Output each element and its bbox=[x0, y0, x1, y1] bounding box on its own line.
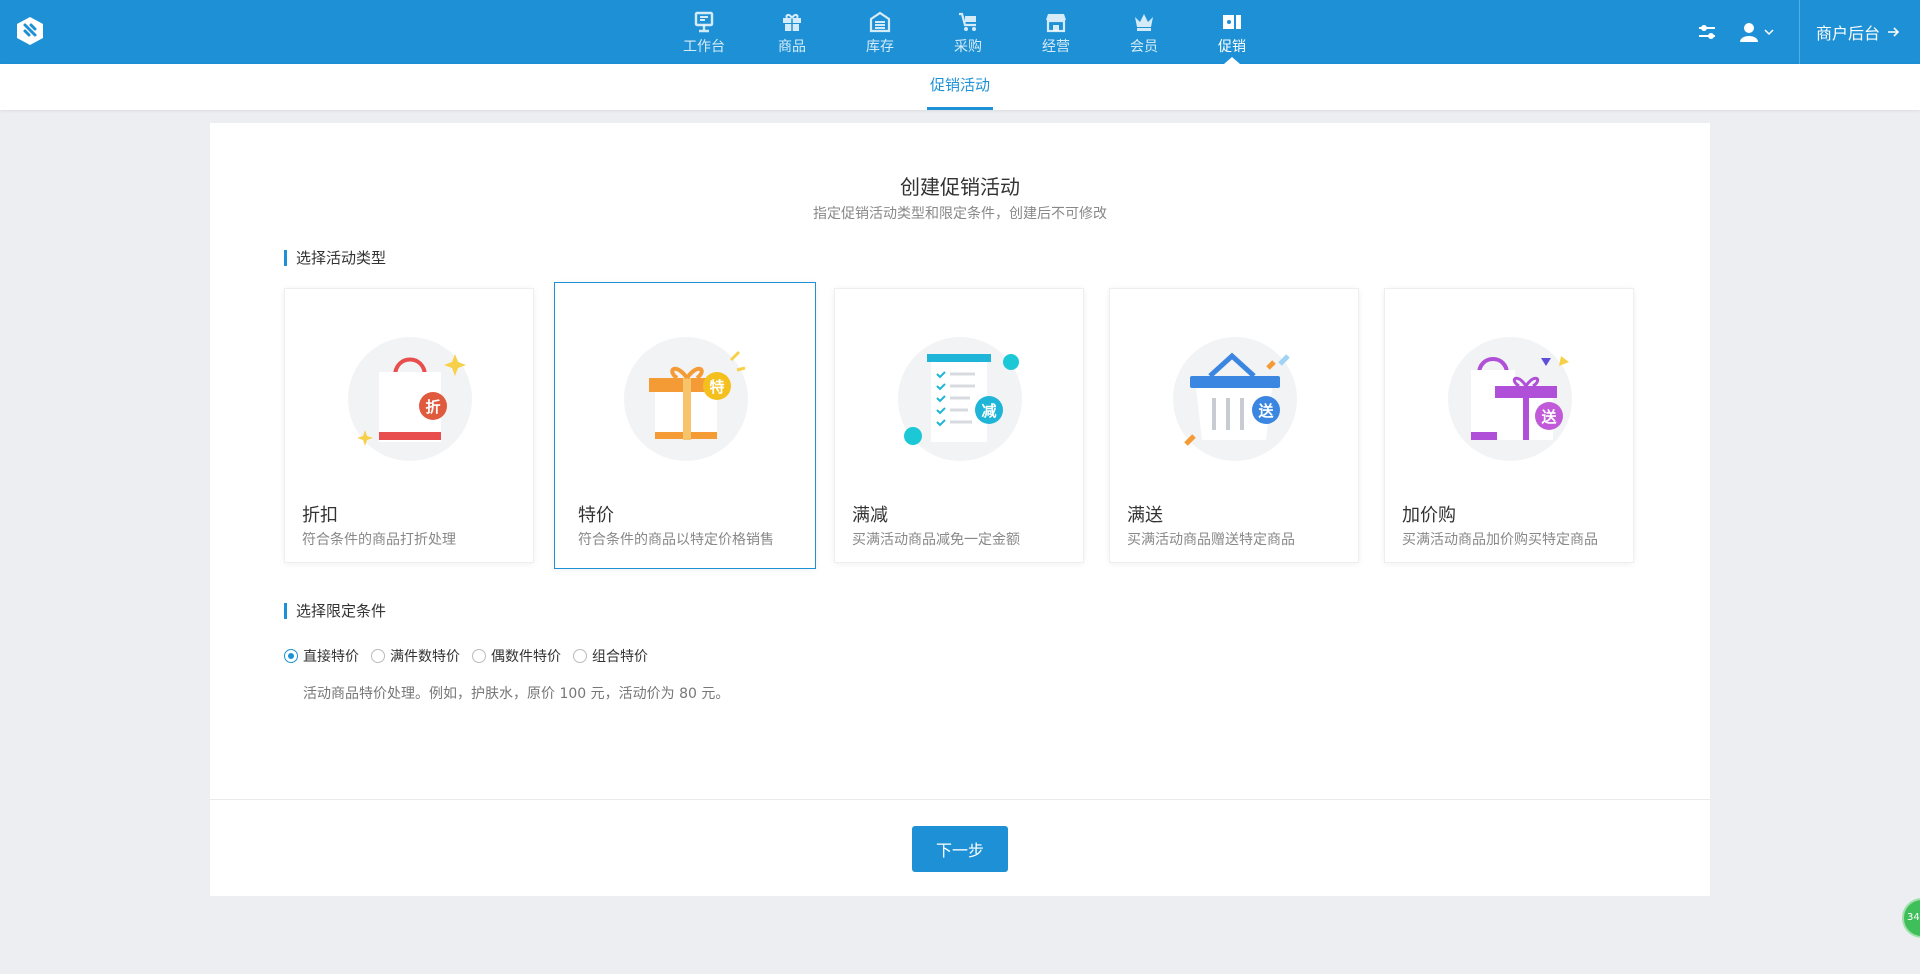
type-desc: 买满活动商品减免一定金额 bbox=[852, 532, 1020, 548]
top-bar: 工作台 商品 库存 采购 经营 会员 促销 商户后台 bbox=[0, 0, 1920, 64]
nav-item-member[interactable]: 会员 bbox=[1100, 0, 1188, 64]
type-name: 特价 bbox=[578, 505, 614, 526]
nav-label: 商品 bbox=[778, 39, 806, 55]
type-name: 满送 bbox=[1127, 505, 1163, 526]
footer-divider bbox=[210, 799, 1710, 800]
top-right-actions: 商户后台 bbox=[1687, 0, 1920, 64]
sliders-icon bbox=[1698, 25, 1715, 39]
cart-icon bbox=[959, 12, 976, 31]
radio-combo-special[interactable]: 组合特价 bbox=[573, 646, 648, 666]
chevron-down-icon bbox=[1764, 29, 1774, 36]
full-gift-basket-icon: 送 bbox=[1173, 337, 1297, 461]
next-step-button[interactable]: 下一步 bbox=[912, 826, 1008, 872]
type-card-discount[interactable]: 折 折扣 符合条件的商品打折处理 bbox=[284, 288, 534, 563]
special-badge-text: 特 bbox=[709, 378, 724, 396]
radio-dot bbox=[573, 649, 587, 663]
active-nav-caret bbox=[1224, 57, 1240, 64]
nav-label: 促销 bbox=[1218, 39, 1246, 55]
nav-item-goods[interactable]: 商品 bbox=[748, 0, 836, 64]
user-avatar-icon bbox=[1739, 23, 1758, 42]
radio-dot bbox=[472, 649, 486, 663]
radio-label: 满件数特价 bbox=[390, 649, 460, 665]
merchant-backend-link[interactable]: 商户后台 bbox=[1798, 0, 1920, 64]
app-logo-icon[interactable] bbox=[16, 16, 44, 46]
crown-icon bbox=[1135, 14, 1153, 31]
nav-label: 工作台 bbox=[683, 39, 725, 55]
condition-description: 活动商品特价处理。例如，护肤水，原价 100 元，活动价为 80 元。 bbox=[303, 686, 730, 702]
nav-label: 经营 bbox=[1042, 39, 1070, 55]
page-subtitle: 指定促销活动类型和限定条件，创建后不可修改 bbox=[813, 206, 1107, 222]
full-reduction-receipt-icon: 减 bbox=[898, 337, 1022, 461]
page-title: 创建促销活动 bbox=[900, 175, 1020, 199]
nav-label: 采购 bbox=[954, 39, 982, 55]
nav-item-workbench[interactable]: 工作台 bbox=[660, 0, 748, 64]
special-price-gift-icon: 特 bbox=[624, 337, 748, 461]
type-card-full-gift[interactable]: 送 满送 买满活动商品赠送特定商品 bbox=[1109, 288, 1359, 563]
type-name: 满减 bbox=[852, 505, 888, 526]
section-title-activity-type: 选择活动类型 bbox=[284, 250, 386, 266]
radio-label: 组合特价 bbox=[592, 649, 648, 665]
nav-item-promotion[interactable]: 促销 bbox=[1188, 0, 1276, 64]
workbench-icon bbox=[694, 11, 714, 33]
type-name: 折扣 bbox=[302, 505, 338, 526]
coupon-icon bbox=[1223, 15, 1241, 29]
discount-badge-text: 折 bbox=[425, 398, 440, 416]
add-price-buy-gift-icon: 送 bbox=[1448, 337, 1572, 461]
type-desc: 符合条件的商品打折处理 bbox=[302, 532, 456, 548]
condition-radio-group: 直接特价 满件数特价 偶数件特价 组合特价 bbox=[284, 646, 648, 666]
warehouse-icon bbox=[869, 11, 891, 33]
main-nav: 工作台 商品 库存 采购 经营 会员 促销 bbox=[660, 0, 1276, 64]
type-card-special-price[interactable]: 特 特价 符合条件的商品以特定价格销售 bbox=[554, 282, 816, 569]
nav-label: 会员 bbox=[1130, 39, 1158, 55]
radio-dot bbox=[371, 649, 385, 663]
nav-item-purchase[interactable]: 采购 bbox=[924, 0, 1012, 64]
type-name: 加价购 bbox=[1402, 505, 1456, 526]
sub-nav: 促销活动 bbox=[0, 64, 1920, 110]
type-card-full-reduction[interactable]: 减 满减 买满活动商品减免一定金额 bbox=[834, 288, 1084, 563]
store-icon bbox=[1046, 14, 1066, 33]
arrow-right-icon bbox=[1888, 27, 1900, 37]
settings-sliders-button[interactable] bbox=[1687, 0, 1727, 64]
radio-dot bbox=[284, 649, 298, 663]
type-desc: 买满活动商品赠送特定商品 bbox=[1127, 532, 1295, 548]
gift-badge-text: 送 bbox=[1257, 402, 1274, 420]
nav-item-business[interactable]: 经营 bbox=[1012, 0, 1100, 64]
radio-even-special[interactable]: 偶数件特价 bbox=[472, 646, 561, 666]
floating-helper-badge[interactable]: 34 bbox=[1902, 898, 1920, 938]
radio-label: 偶数件特价 bbox=[491, 649, 561, 665]
nav-label: 库存 bbox=[866, 39, 894, 55]
goods-icon bbox=[783, 14, 801, 31]
type-desc: 买满活动商品加价购买特定商品 bbox=[1402, 532, 1598, 548]
user-menu-button[interactable] bbox=[1727, 0, 1787, 64]
discount-bag-icon: 折 bbox=[348, 337, 472, 461]
type-card-add-price-buy[interactable]: 送 加价购 买满活动商品加价购买特定商品 bbox=[1384, 288, 1634, 563]
nav-item-warehouse[interactable]: 库存 bbox=[836, 0, 924, 64]
add-buy-badge-text: 送 bbox=[1540, 408, 1557, 426]
radio-direct-special[interactable]: 直接特价 bbox=[284, 646, 359, 666]
radio-label: 直接特价 bbox=[303, 649, 359, 665]
radio-quantity-special[interactable]: 满件数特价 bbox=[371, 646, 460, 666]
type-desc: 符合条件的商品以特定价格销售 bbox=[578, 532, 774, 548]
section-title-condition: 选择限定条件 bbox=[284, 603, 386, 619]
reduction-badge-text: 减 bbox=[981, 402, 996, 420]
create-promotion-card: 创建促销活动 指定促销活动类型和限定条件，创建后不可修改 选择活动类型 折 折扣… bbox=[210, 123, 1710, 896]
merchant-backend-label: 商户后台 bbox=[1815, 24, 1880, 43]
tab-promotion-activity[interactable]: 促销活动 bbox=[927, 64, 993, 110]
